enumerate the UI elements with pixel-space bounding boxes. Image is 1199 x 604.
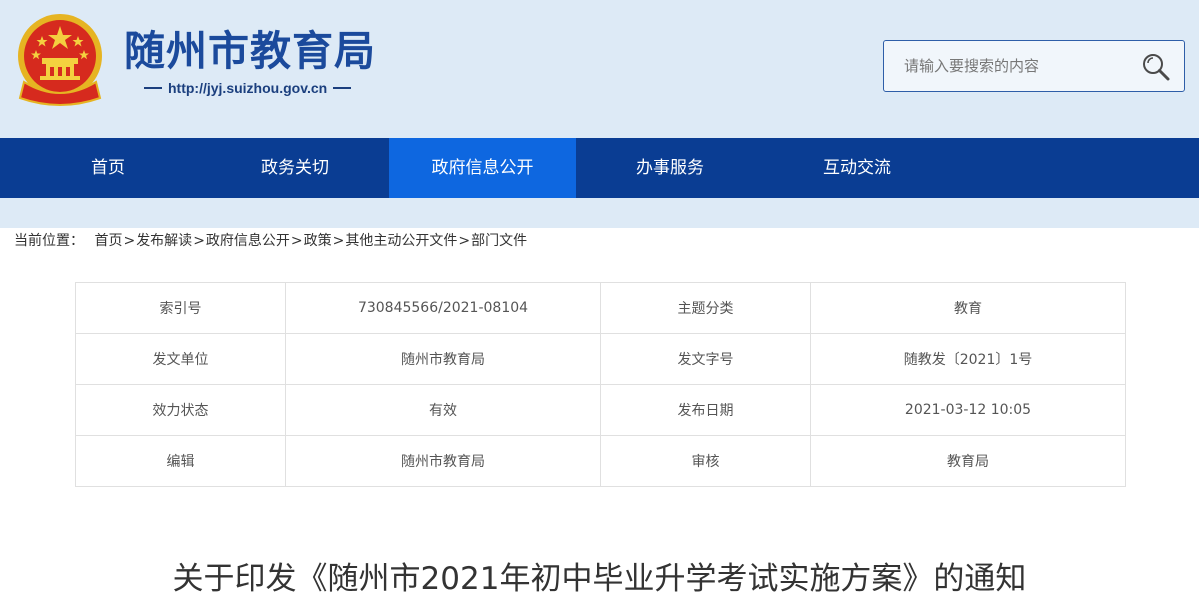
table-row: 发文单位 随州市教育局 发文字号 随教发〔2021〕1号 bbox=[75, 333, 1126, 385]
breadcrumb-item-other-files[interactable]: 其他主动公开文件 bbox=[345, 233, 457, 249]
breadcrumb-separator: > bbox=[290, 233, 303, 249]
breadcrumb-item-policy[interactable]: 政策 bbox=[304, 233, 332, 249]
site-url-row: http://jyj.suizhou.gov.cn bbox=[144, 78, 352, 98]
url-line-right bbox=[333, 87, 352, 89]
nav-item-interaction[interactable]: 互动交流 bbox=[777, 138, 937, 198]
breadcrumb-item-info-disclosure[interactable]: 政府信息公开 bbox=[206, 233, 290, 249]
search-input[interactable] bbox=[894, 51, 1129, 81]
nav-item-government-concerns[interactable]: 政务关切 bbox=[215, 138, 375, 198]
breadcrumb-item-interpretation[interactable]: 发布解读 bbox=[136, 233, 192, 249]
nav-item-home[interactable]: 首页 bbox=[28, 138, 188, 198]
document-title: 关于印发《随州市2021年初中毕业升学考试实施方案》的通知 bbox=[172, 561, 1027, 597]
breadcrumb-separator: > bbox=[123, 233, 136, 249]
breadcrumb-separator: > bbox=[332, 233, 345, 249]
search-icon bbox=[1143, 54, 1170, 81]
meta-label-publish-date: 发布日期 bbox=[600, 384, 811, 436]
table-row: 效力状态 有效 发布日期 2021-03-12 10:05 bbox=[75, 384, 1126, 436]
meta-value-editor: 随州市教育局 bbox=[285, 435, 601, 487]
breadcrumb-item-department-files[interactable]: 部门文件 bbox=[471, 233, 527, 249]
main-nav: 首页 政务关切 政府信息公开 办事服务 互动交流 bbox=[0, 138, 1199, 198]
meta-value-topic: 教育 bbox=[810, 282, 1126, 334]
meta-value-publish-date: 2021-03-12 10:05 bbox=[810, 384, 1126, 436]
breadcrumb: 当前位置： 首页>发布解读>政府信息公开>政策>其他主动公开文件>部门文件 bbox=[14, 231, 527, 251]
search-box bbox=[883, 40, 1185, 92]
url-line-left bbox=[144, 87, 162, 89]
meta-value-index-number: 730845566/2021-08104 bbox=[285, 282, 601, 334]
document-meta-table: 索引号 730845566/2021-08104 主题分类 教育 发文单位 随州… bbox=[75, 282, 1126, 487]
sub-nav-strip bbox=[0, 198, 1199, 228]
nav-item-services[interactable]: 办事服务 bbox=[590, 138, 750, 198]
breadcrumb-item-home[interactable]: 首页 bbox=[94, 233, 122, 249]
meta-label-status: 效力状态 bbox=[75, 384, 286, 436]
table-row: 索引号 730845566/2021-08104 主题分类 教育 bbox=[75, 282, 1126, 334]
breadcrumb-prefix: 当前位置： bbox=[14, 233, 84, 249]
nav-item-info-disclosure[interactable]: 政府信息公开 bbox=[389, 138, 576, 198]
meta-label-topic: 主题分类 bbox=[600, 282, 811, 334]
meta-label-document-number: 发文字号 bbox=[600, 333, 811, 385]
meta-label-issuer: 发文单位 bbox=[75, 333, 286, 385]
table-row: 编辑 随州市教育局 审核 教育局 bbox=[75, 435, 1126, 487]
meta-value-issuer: 随州市教育局 bbox=[285, 333, 601, 385]
site-name: 随州市教育局 bbox=[124, 27, 376, 75]
meta-value-document-number: 随教发〔2021〕1号 bbox=[810, 333, 1126, 385]
breadcrumb-separator: > bbox=[193, 233, 205, 249]
search-button[interactable] bbox=[1140, 51, 1172, 83]
meta-value-reviewer: 教育局 bbox=[810, 435, 1126, 487]
site-url[interactable]: http://jyj.suizhou.gov.cn bbox=[168, 80, 327, 96]
national-emblem-icon bbox=[18, 14, 102, 106]
meta-label-editor: 编辑 bbox=[75, 435, 286, 487]
site-header: 随州市教育局 http://jyj.suizhou.gov.cn bbox=[0, 0, 1199, 138]
breadcrumb-separator: > bbox=[458, 233, 471, 249]
meta-label-reviewer: 审核 bbox=[600, 435, 811, 487]
meta-value-status: 有效 bbox=[285, 384, 601, 436]
meta-label-index-number: 索引号 bbox=[75, 282, 286, 334]
